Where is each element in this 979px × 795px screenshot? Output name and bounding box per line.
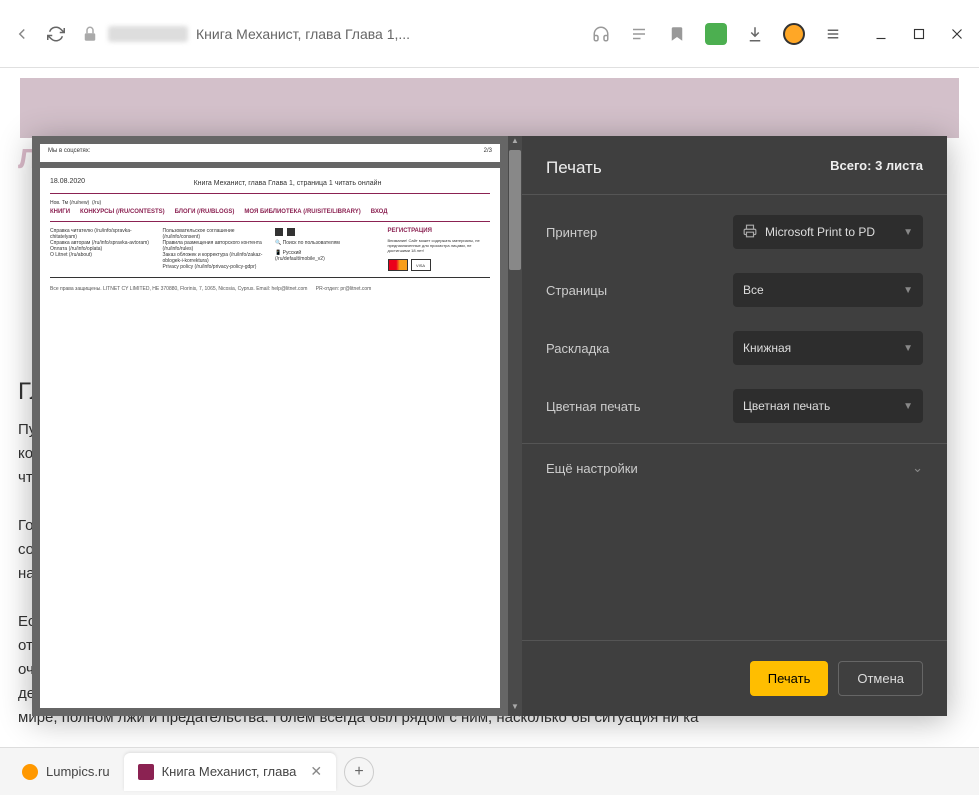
download-icon[interactable] xyxy=(745,24,765,44)
pages-select[interactable]: Все ▼ xyxy=(733,273,923,307)
scroll-up-icon[interactable]: ▲ xyxy=(508,136,522,150)
scroll-down-icon[interactable]: ▼ xyxy=(508,702,522,716)
chevron-down-icon: ▼ xyxy=(903,401,913,412)
lock-icon xyxy=(80,24,100,44)
favicon-icon xyxy=(138,764,154,780)
extension-orange-icon[interactable] xyxy=(783,23,805,45)
page-title: Книга Механист, глава Глава 1,... xyxy=(196,26,410,42)
chevron-down-icon: ▼ xyxy=(903,343,913,354)
content-area: Л Гл Пут кол что Гол сол нап Есл отл оче… xyxy=(0,68,979,727)
new-tab-button[interactable]: + xyxy=(344,757,374,787)
preview-content: Мы в соцсетях: 2/3 18.08.2020 Книга Меха… xyxy=(32,136,508,716)
print-button[interactable]: Печать xyxy=(750,661,829,696)
toolbar-right xyxy=(591,23,967,45)
tab-book[interactable]: Книга Механист, глава ✕ xyxy=(124,753,337,791)
layout-select[interactable]: Книжная ▼ xyxy=(733,331,923,365)
more-settings-toggle[interactable]: Ещё настройки ⌄ xyxy=(522,443,947,492)
preview-scrollbar[interactable]: ▲ ▼ xyxy=(508,136,522,716)
minimize-icon[interactable] xyxy=(871,24,891,44)
menu-icon[interactable] xyxy=(823,24,843,44)
maximize-icon[interactable] xyxy=(909,24,929,44)
chevron-down-icon: ▼ xyxy=(903,227,913,238)
print-total: Всего: 3 листа xyxy=(830,158,923,178)
color-select[interactable]: Цветная печать ▼ xyxy=(733,389,923,423)
layout-label: Раскладка xyxy=(546,341,733,356)
url-blurred xyxy=(108,26,188,42)
print-dialog-title: Печать xyxy=(546,158,602,178)
cancel-button[interactable]: Отмена xyxy=(838,661,923,696)
back-button[interactable] xyxy=(12,24,32,44)
preview-page: 18.08.2020 Книга Механист, глава Глава 1… xyxy=(40,168,500,708)
browser-toolbar: Книга Механист, глава Глава 1,... xyxy=(0,0,979,68)
color-label: Цветная печать xyxy=(546,399,733,414)
print-dialog: Мы в соцсетях: 2/3 18.08.2020 Книга Меха… xyxy=(32,136,947,716)
print-preview-panel: Мы в соцсетях: 2/3 18.08.2020 Книга Меха… xyxy=(32,136,522,716)
chevron-down-icon: ⌄ xyxy=(912,460,923,476)
address-bar[interactable]: Книга Механист, глава Глава 1,... xyxy=(80,24,577,44)
chevron-down-icon: ▼ xyxy=(903,285,913,296)
tab-lumpics[interactable]: Lumpics.ru xyxy=(8,753,124,791)
bookmark-icon[interactable] xyxy=(667,24,687,44)
printer-label: Принтер xyxy=(546,225,733,240)
reload-button[interactable] xyxy=(46,24,66,44)
preview-page-fragment: Мы в соцсетях: 2/3 xyxy=(40,144,500,162)
print-settings-panel: Печать Всего: 3 листа Принтер Microsoft … xyxy=(522,136,947,716)
extension-green-icon[interactable] xyxy=(705,23,727,45)
printer-icon xyxy=(743,224,757,241)
close-tab-icon[interactable]: ✕ xyxy=(310,763,322,780)
favicon-icon xyxy=(22,764,38,780)
printer-select[interactable]: Microsoft Print to PD ▼ xyxy=(733,215,923,249)
tab-bar: Lumpics.ru Книга Механист, глава ✕ + xyxy=(0,747,979,795)
reader-icon[interactable] xyxy=(629,24,649,44)
close-window-icon[interactable] xyxy=(947,24,967,44)
headphones-icon[interactable] xyxy=(591,24,611,44)
pages-label: Страницы xyxy=(546,283,733,298)
scroll-thumb[interactable] xyxy=(509,150,521,270)
